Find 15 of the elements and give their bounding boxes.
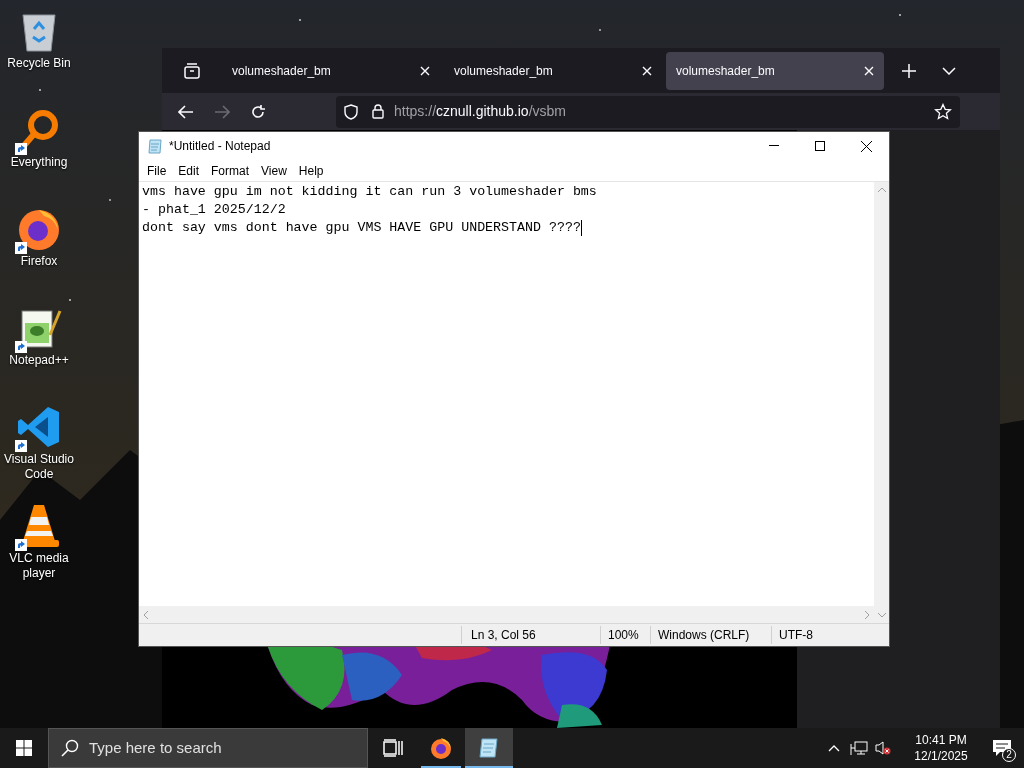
network-icon[interactable] bbox=[850, 740, 868, 756]
notepad-icon bbox=[477, 736, 501, 760]
clock-time[interactable]: 10:41 PM bbox=[915, 732, 967, 748]
notification-count: 2 bbox=[1002, 748, 1016, 762]
task-view-icon bbox=[383, 739, 403, 757]
firefox-icon bbox=[429, 736, 453, 760]
running-indicator bbox=[465, 766, 513, 768]
search-field[interactable]: Type here to search bbox=[48, 728, 368, 768]
windows-icon bbox=[16, 740, 32, 756]
clock-date[interactable]: 12/1/2025 bbox=[914, 748, 968, 764]
taskbar-app-button[interactable] bbox=[465, 728, 513, 768]
search-icon bbox=[61, 739, 79, 757]
running-indicator bbox=[421, 766, 461, 768]
speaker-muted-icon[interactable] bbox=[874, 740, 892, 756]
chevron-up-icon[interactable] bbox=[828, 744, 840, 752]
